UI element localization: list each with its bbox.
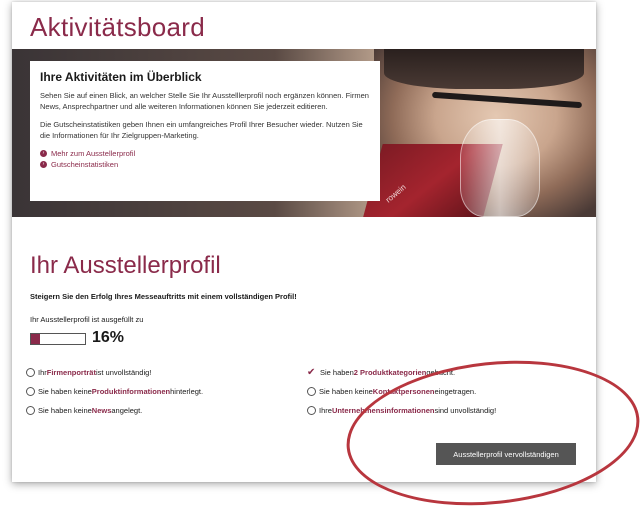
check-text: gebucht.: [426, 368, 456, 377]
profile-progress-fill: [31, 334, 40, 344]
check-link-news[interactable]: News: [92, 406, 112, 415]
hero-wine-glass: [460, 119, 540, 217]
check-company-portrait: Ihr Firmenporträt ist unvollständig!: [26, 368, 151, 377]
check-contact-persons: Sie haben keine Kontaktpersonen eingetra…: [307, 387, 476, 396]
check-text: ist unvollständig!: [95, 368, 152, 377]
check-text: eingetragen.: [434, 387, 477, 396]
overview-paragraph-2: Die Gutscheinstatistiken geben Ihnen ein…: [40, 120, 363, 140]
check-text: Sie haben keine: [319, 387, 373, 396]
checkmark-icon: ✔: [307, 367, 316, 378]
check-link-product-categories[interactable]: 2 Produktkategorien: [354, 368, 427, 377]
check-text: angelegt.: [111, 406, 143, 415]
check-link-contact-persons[interactable]: Kontaktpersonen: [373, 387, 435, 396]
link-profile-more-label: Mehr zum Ausstellerprofil: [51, 149, 136, 158]
check-text: Sie haben keine: [38, 406, 92, 415]
check-text: Ihr: [38, 368, 47, 377]
link-voucher-stats-label: Gutscheinstatistiken: [51, 160, 119, 169]
link-profile-more[interactable]: › Mehr zum Ausstellerprofil: [40, 148, 370, 159]
check-text: Sie haben: [320, 368, 354, 377]
profile-percent: 16%: [92, 329, 125, 346]
chevron-right-icon: ›: [40, 161, 47, 168]
board-title: Aktivitätsboard: [30, 12, 206, 42]
check-text: Ihre: [319, 406, 332, 415]
check-link-company-portrait[interactable]: Firmenporträt: [47, 368, 96, 377]
circle-icon: [26, 406, 35, 415]
circle-icon: [307, 387, 316, 396]
check-link-product-info[interactable]: Produktinformationen: [92, 387, 170, 396]
check-text: hinterlegt.: [170, 387, 204, 396]
circle-icon: [307, 406, 316, 415]
profile-title: Ihr Ausstellerprofil: [30, 252, 221, 279]
complete-profile-button[interactable]: Ausstellerprofil vervollständigen: [436, 443, 576, 465]
check-product-info: Sie haben keine Produktinformationen hin…: [26, 387, 203, 396]
activity-board-card: Aktivitätsboard rowein Ihre Aktivitäten …: [12, 2, 596, 482]
check-text: sind unvollständig!: [434, 406, 497, 415]
overview-box: Ihre Aktivitäten im Überblick Sehen Sie …: [30, 61, 380, 201]
overview-paragraph-1: Sehen Sie auf einen Blick, an welcher St…: [40, 91, 369, 111]
check-text: Sie haben keine: [38, 387, 92, 396]
check-product-categories: ✔ Sie haben 2 Produktkategorien gebucht.: [307, 367, 456, 378]
chevron-right-icon: ›: [40, 150, 47, 157]
profile-subtitle: Steigern Sie den Erfolg Ihres Messeauftr…: [30, 292, 297, 301]
circle-icon: [26, 368, 35, 377]
profile-fill-label: Ihr Ausstellerprofil ist ausgefüllt zu: [30, 315, 144, 324]
overview-heading: Ihre Aktivitäten im Überblick: [40, 70, 202, 84]
check-link-company-info[interactable]: Unternehmensinformationen: [332, 406, 435, 415]
circle-icon: [26, 387, 35, 396]
check-company-info: Ihre Unternehmensinformationen sind unvo…: [307, 406, 496, 415]
check-news: Sie haben keine News angelegt.: [26, 406, 142, 415]
hero-hair: [384, 49, 584, 89]
link-voucher-stats[interactable]: › Gutscheinstatistiken: [40, 159, 370, 170]
profile-progress-bar: [30, 333, 86, 345]
